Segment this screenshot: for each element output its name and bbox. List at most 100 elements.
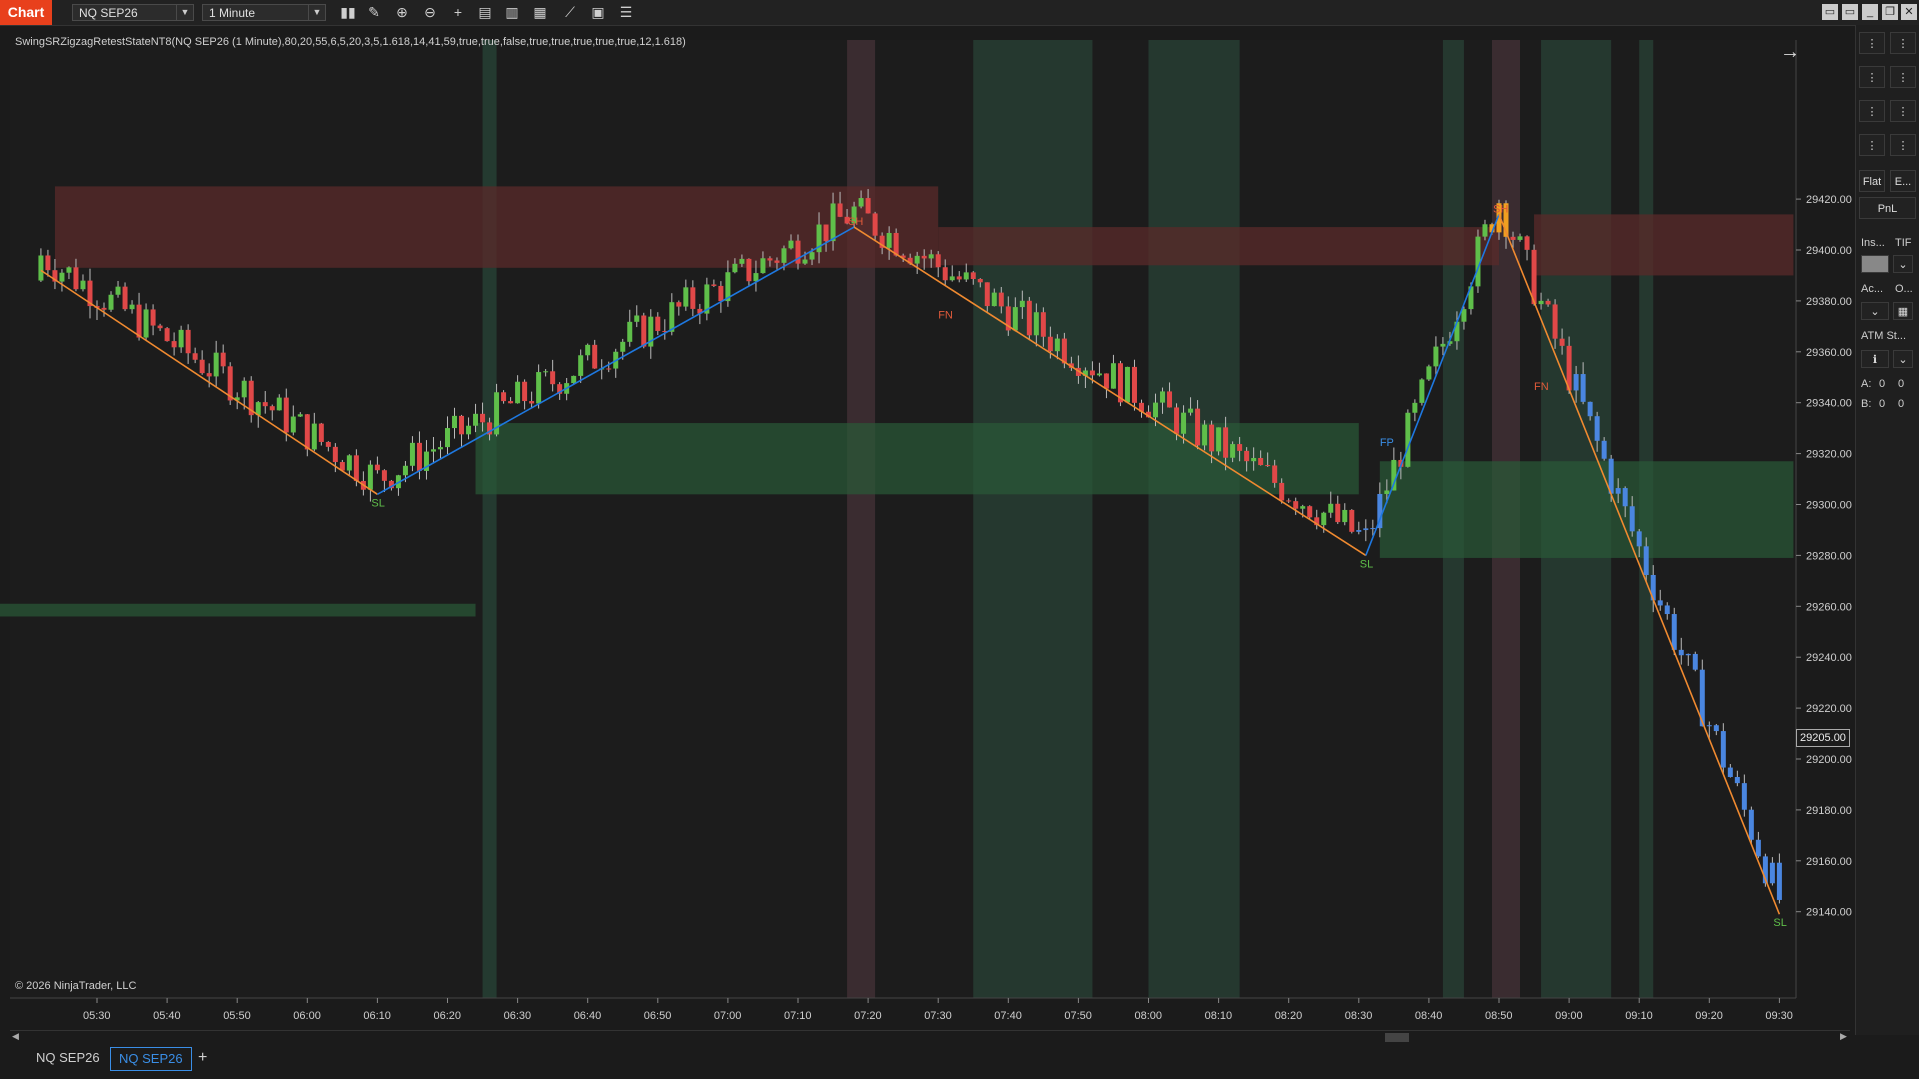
x-tick-label: 07:40: [994, 1010, 1022, 1022]
candle-body: [1671, 614, 1677, 650]
x-tick-label: 07:00: [714, 1010, 742, 1022]
candle-body: [970, 272, 976, 279]
candle-body: [1124, 366, 1130, 403]
candle-body: [837, 203, 843, 217]
y-tick-label: 29400.00: [1806, 245, 1852, 257]
candle-body: [1748, 809, 1754, 840]
flat-button[interactable]: Flat: [1859, 170, 1885, 192]
candle-body: [711, 284, 717, 286]
candle-body: [1741, 783, 1747, 810]
candle-body: [199, 359, 205, 374]
add-tab-button[interactable]: +: [190, 1047, 215, 1069]
candle-body: [1545, 300, 1551, 305]
order-button[interactable]: ⋮: [1859, 32, 1885, 54]
candle-body: [1251, 457, 1257, 462]
ask-value: 0: [1879, 378, 1886, 390]
tab-nq-sep26[interactable]: NQ SEP26: [28, 1047, 108, 1069]
price-chart[interactable]: SL SH SL SH SL FN FP FN 29140.00 29160.00 29180.0…: [0, 0, 1919, 1079]
order-button[interactable]: ⋮: [1890, 100, 1916, 122]
x-tick-label: 06:10: [363, 1010, 391, 1022]
scroll-right-icon[interactable]: ▶: [1840, 1031, 1847, 1042]
x-tick-label: 07:20: [854, 1010, 882, 1022]
candle-body: [592, 344, 598, 369]
candle-body: [1769, 862, 1775, 884]
chevron-down-icon[interactable]: ⌄: [1861, 302, 1889, 320]
candle-body: [445, 428, 450, 448]
bid-label: B:: [1861, 398, 1872, 410]
candle-body: [718, 285, 724, 302]
tif-label: TIF: [1895, 237, 1912, 249]
candle-body: [150, 309, 156, 326]
swing-high-label: SH: [1493, 203, 1508, 215]
candle-body: [802, 259, 808, 264]
candle-body: [325, 441, 331, 447]
exit-button[interactable]: E...: [1890, 170, 1916, 192]
x-tick-label: 05:30: [83, 1010, 111, 1022]
candle-body: [178, 329, 184, 348]
candle-body: [634, 315, 640, 322]
candle-body: [830, 203, 836, 242]
candle-body: [767, 258, 773, 261]
candle-body: [669, 302, 675, 332]
candle-body: [1727, 767, 1733, 777]
order-button[interactable]: ⋮: [1859, 134, 1885, 156]
y-tick-label: 29260.00: [1806, 601, 1852, 613]
candle-body: [1517, 236, 1523, 240]
candle-body: [1510, 236, 1516, 240]
candle-body: [171, 341, 177, 348]
support-zone: [1379, 461, 1794, 558]
candle-body: [1587, 401, 1593, 417]
candle-body: [690, 287, 696, 309]
candle-body: [1195, 408, 1201, 446]
quantity-selector[interactable]: [1861, 255, 1889, 273]
candle-body: [1482, 224, 1488, 237]
candle-body: [1664, 605, 1670, 615]
candle-body: [942, 267, 948, 281]
candle-body: [206, 373, 212, 377]
candle-body: [374, 464, 380, 471]
arrow-right-icon[interactable]: →: [1780, 41, 1800, 63]
signal-label: FN: [1534, 381, 1549, 393]
swing-low-label: SL: [371, 497, 384, 509]
horizontal-scrollbar[interactable]: [10, 1030, 1850, 1043]
order-button[interactable]: ⋮: [1890, 32, 1916, 54]
candle-body: [38, 255, 44, 281]
tab-bar: [0, 1045, 1919, 1079]
candle-body: [1160, 391, 1166, 403]
candle-body: [466, 425, 472, 435]
order-button[interactable]: ⋮: [1859, 66, 1885, 88]
candle-body: [963, 272, 969, 280]
scrollbar-thumb[interactable]: [1385, 1033, 1409, 1042]
candle-body: [353, 455, 359, 481]
grid-icon[interactable]: ▦: [1893, 302, 1913, 320]
x-tick-label: 07:50: [1064, 1010, 1092, 1022]
tab-nq-sep26-active[interactable]: NQ SEP26: [110, 1047, 192, 1071]
candle-body: [998, 292, 1004, 307]
candle-body: [1412, 402, 1418, 413]
candle-body: [956, 276, 962, 280]
candle-body: [45, 255, 51, 271]
info-icon[interactable]: ℹ: [1861, 350, 1889, 368]
resistance-zone: [938, 227, 1499, 266]
candle-body: [129, 304, 135, 310]
candle-body: [1678, 649, 1684, 656]
candle-body: [283, 397, 289, 433]
x-tick-label: 06:50: [644, 1010, 672, 1022]
candle-body: [241, 380, 247, 398]
x-tick-label: 09:10: [1625, 1010, 1653, 1022]
order-button[interactable]: ⋮: [1859, 100, 1885, 122]
order-button[interactable]: ⋮: [1890, 66, 1916, 88]
candle-body: [1384, 490, 1390, 494]
candle-body: [1272, 465, 1278, 483]
chevron-down-icon[interactable]: ⌄: [1893, 350, 1913, 368]
chevron-down-icon[interactable]: ⌄: [1893, 255, 1913, 273]
order-button[interactable]: ⋮: [1890, 134, 1916, 156]
candle-body: [515, 381, 521, 404]
candle-body: [157, 325, 163, 329]
scroll-left-icon[interactable]: ◀: [12, 1031, 19, 1042]
x-tick-label: 06:00: [293, 1010, 321, 1022]
pnl-button[interactable]: PnL: [1859, 197, 1916, 219]
copyright-text: © 2026 NinjaTrader, LLC: [15, 980, 137, 992]
candle-body: [220, 352, 226, 367]
candle-body: [473, 413, 479, 426]
